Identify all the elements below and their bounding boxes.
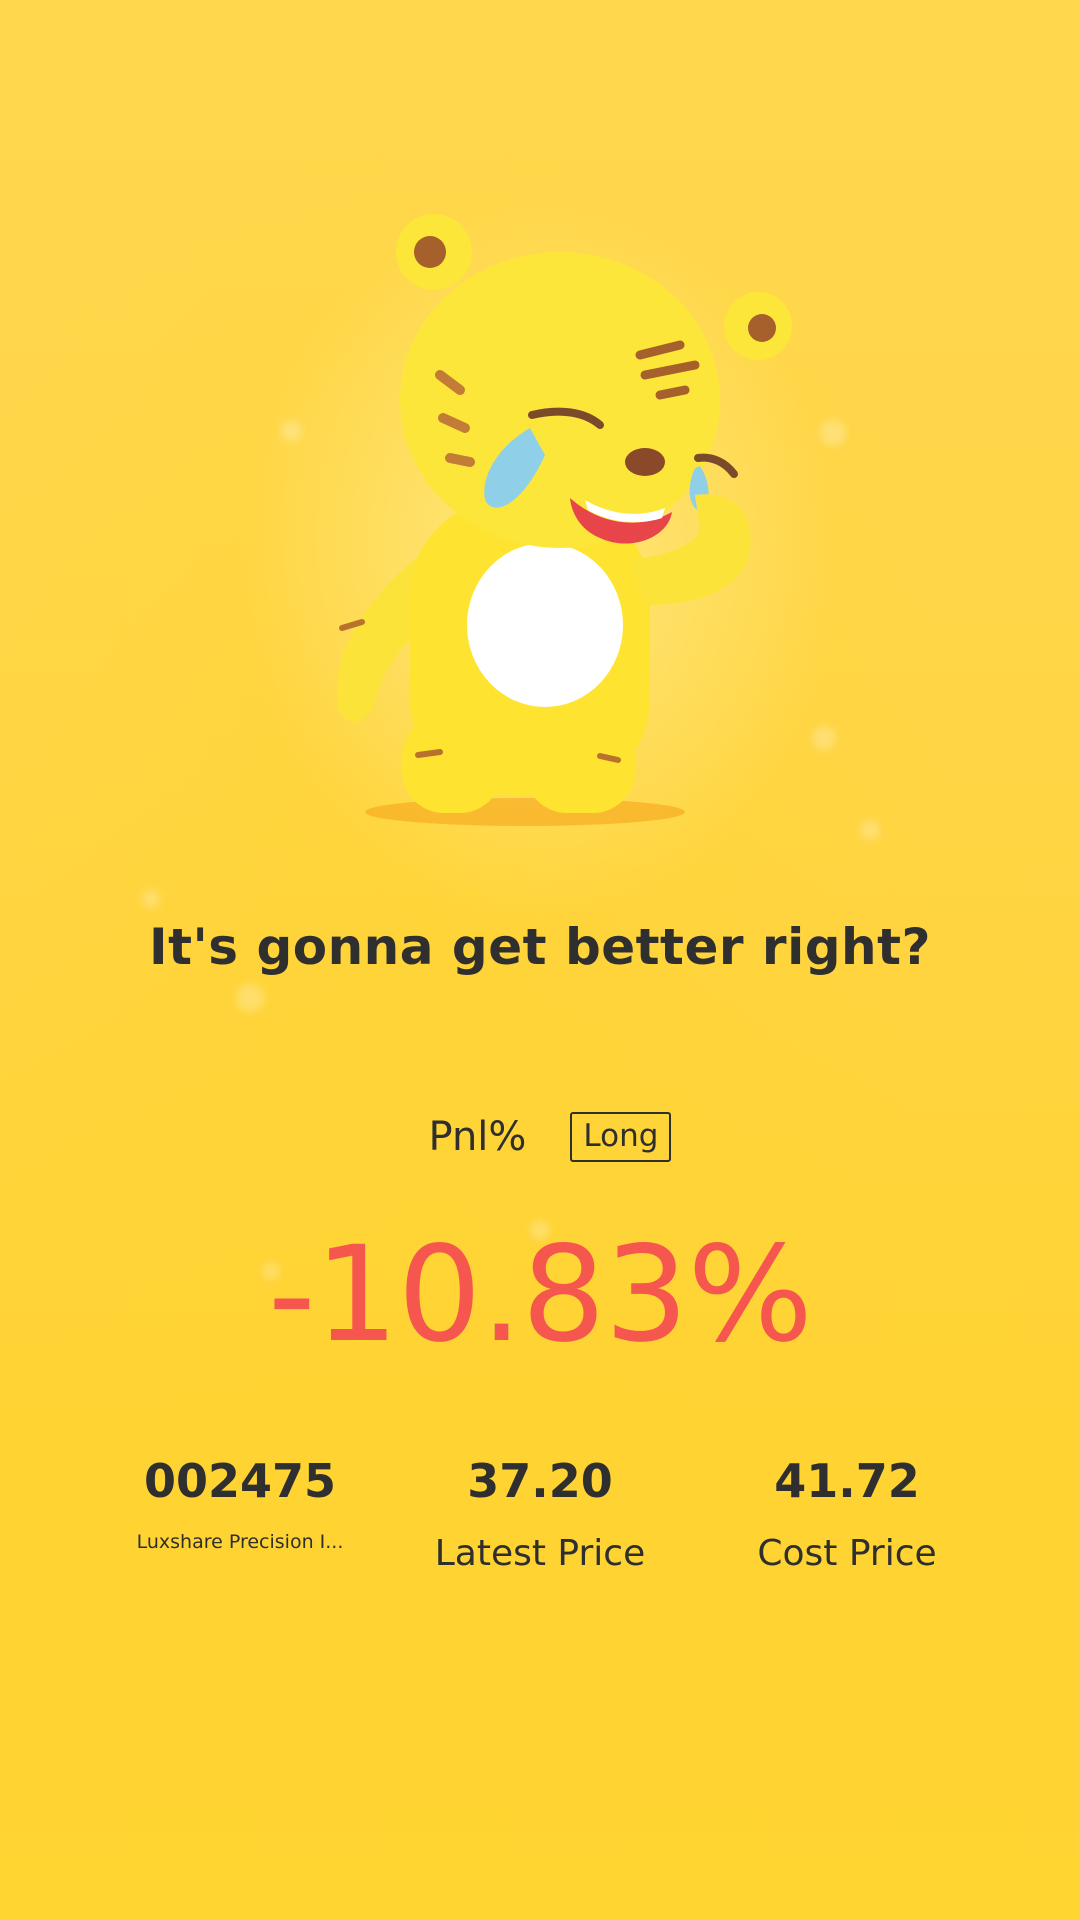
bokeh-dot — [142, 890, 160, 908]
mascot-ear-right-inner — [748, 314, 776, 342]
mascot-cheek-stripe — [445, 453, 475, 467]
mascot-nose — [625, 448, 665, 476]
cost-price-label: Cost Price — [757, 1533, 937, 1574]
mascot-ear-left-inner — [414, 236, 446, 268]
mascot-shadow — [365, 798, 685, 826]
bokeh-dot — [820, 420, 846, 446]
pnl-percent-value: -10.83% — [268, 1218, 813, 1372]
mascot-forehead-stripe — [655, 385, 690, 400]
mascot-stripe — [415, 749, 443, 758]
latest-price-label: Latest Price — [434, 1533, 646, 1574]
mascot-head — [400, 252, 720, 548]
mascot-eye-right — [694, 453, 738, 478]
mascot-left-leg — [402, 715, 502, 813]
latest-price-info: 37.20 Latest Price — [390, 1453, 690, 1574]
pnl-label: Pnl% — [428, 1114, 527, 1160]
bokeh-dot — [236, 984, 264, 1012]
pnl-share-card: It's gonna get better right? Pnl% Long -… — [0, 0, 1080, 1920]
latest-price-value: 37.20 — [467, 1454, 613, 1508]
mascot-stripe — [597, 753, 621, 763]
pnl-header: Pnl% Long — [0, 1112, 1080, 1162]
mascot-right-leg — [525, 715, 635, 813]
crying-tiger-mascot-icon — [336, 214, 792, 826]
stock-info: 002475 Luxshare Precision I... — [90, 1453, 390, 1553]
mascot-belly — [467, 543, 623, 707]
cost-price-info: 41.72 Cost Price — [697, 1453, 997, 1574]
position-direction-badge: Long — [570, 1112, 672, 1162]
bokeh-dot — [280, 420, 302, 442]
bokeh-dot — [860, 820, 880, 840]
cost-price-value: 41.72 — [774, 1454, 920, 1508]
stock-name: Luxshare Precision I... — [136, 1531, 344, 1553]
headline-text: It's gonna get better right? — [148, 918, 932, 976]
stock-code: 002475 — [143, 1454, 337, 1508]
